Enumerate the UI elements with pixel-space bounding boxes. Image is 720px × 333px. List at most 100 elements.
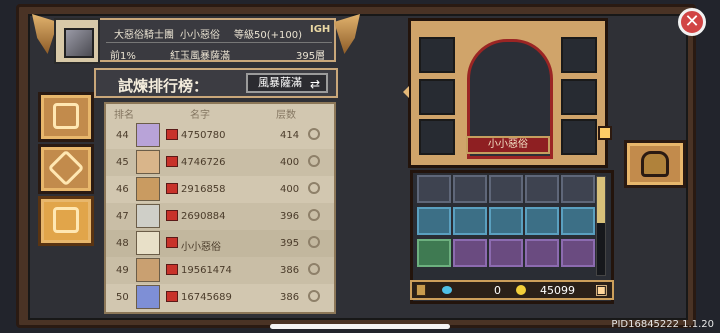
chest-icon [166,129,178,140]
faction-text: 紅玉風暴薩滿 [170,51,230,62]
currency-bar: 0 45099 ▣ [410,280,614,300]
scrollbar-thumb[interactable] [597,177,605,223]
diamond-tab-button[interactable] [38,144,94,194]
search-icon[interactable] [308,155,320,167]
search-icon[interactable] [308,209,320,221]
row-rank: 50 [116,292,129,303]
guild-emblem-icon [54,18,100,64]
equip-slot[interactable] [419,37,455,73]
equip-slot[interactable] [561,37,597,73]
inventory-slot[interactable] [417,175,451,203]
leaderboard-row-self: 48 小小惡俗 395 [106,230,334,257]
inventory-scrollbar[interactable] [596,176,606,276]
avatar [136,204,160,228]
leaderboard-row: 45 4746726 400 [106,149,334,176]
helmet-tab-button[interactable] [624,140,686,188]
leaderboard-row: 44 4750780 414 [106,122,334,149]
podium-tab-button[interactable] [38,196,94,246]
chest-icon [166,210,178,221]
avatar [136,150,160,174]
inventory-slot[interactable] [489,175,523,203]
trial-title: 試煉排行榜： [118,77,209,95]
leaderboard-row: 47 2690884 396 [106,203,334,230]
search-icon[interactable] [308,263,320,275]
pid-version: PID16845222 1.1.20 [611,319,714,330]
close-icon: ✕ [684,11,700,32]
previous-hero-arrow-icon[interactable] [403,86,409,98]
inventory-slot[interactable] [525,175,559,203]
chest-icon [166,264,178,275]
leaderboard-row: 46 2916858 400 [106,176,334,203]
inventory-slot[interactable] [489,207,523,235]
equip-slot[interactable] [561,119,597,155]
row-rank: 47 [116,211,129,222]
row-rank: 49 [116,265,129,276]
inventory-slot[interactable] [561,207,595,235]
search-icon[interactable] [308,128,320,140]
mode-selector[interactable]: 風暴薩滿 ⇄ [246,73,328,93]
row-name: 16745689 [181,292,232,303]
inventory-slot[interactable] [525,207,559,235]
row-floor: 396 [280,211,300,222]
row-rank: 45 [116,157,129,168]
gold-count: 45099 [540,284,575,297]
podium-icon [53,207,79,233]
floor-text: 395層 [296,51,326,62]
guild-title: 大惡俗騎士團 [114,30,174,41]
equip-slot[interactable] [561,79,597,115]
row-floor: 414 [280,130,300,141]
row-floor: 400 [280,157,300,168]
inventory-slot[interactable] [453,239,487,267]
row-name: 2916858 [181,184,226,195]
chest-icon [166,183,178,194]
avatar [136,123,160,147]
equip-slot[interactable] [419,79,455,115]
equip-slot[interactable] [419,119,455,155]
home-indicator[interactable] [270,324,450,329]
leaderboard-header: 排名 名字 层数 [106,106,334,122]
inventory-slot[interactable] [561,239,595,267]
level-badge: IGH [310,24,331,35]
next-hero-arrow-icon[interactable] [598,126,612,140]
game-screen: { "top_panel": { "guild_title": "大惡俗騎士團"… [0,0,720,333]
row-rank: 46 [116,184,129,195]
leaderboard-table: 排名 名字 层数 44 4750780 414 45 4746726 400 4… [104,102,336,314]
inventory-slot[interactable] [489,239,523,267]
search-icon[interactable] [308,236,320,248]
row-name: 4746726 [181,157,226,168]
rank-header: 排名 [114,110,134,121]
chest-icon [166,237,178,248]
row-name: 19561474 [181,265,232,276]
player-name: 小小惡俗 [180,30,220,41]
lock-icon[interactable] [416,284,426,296]
row-floor: 400 [280,184,300,195]
row-rank: 44 [116,130,129,141]
percentile-text: 前1% [110,51,136,62]
search-icon[interactable] [308,290,320,302]
inventory-slot[interactable] [525,239,559,267]
leaf-icon [53,103,79,129]
plus-icon[interactable]: ▣ [595,282,608,298]
hero-name-label: 小小惡俗 [466,136,550,154]
level-text: 等級50(+100) [234,30,302,41]
chest-icon [166,156,178,167]
search-icon[interactable] [308,182,320,194]
leaf-tab-button[interactable] [38,92,94,142]
row-name: 小小惡俗 [181,242,221,253]
row-floor: 386 [280,292,300,303]
avatar [136,285,160,309]
gem-icon [442,286,452,294]
name-header: 名字 [190,110,210,121]
close-button[interactable]: ✕ [678,8,706,36]
avatar [136,177,160,201]
inventory-slot[interactable] [417,239,451,267]
leaderboard-row: 50 16745689 386 [106,284,334,311]
inventory-slot[interactable] [417,207,451,235]
inventory-slot[interactable] [561,175,595,203]
inventory-slot[interactable] [453,207,487,235]
row-floor: 386 [280,265,300,276]
floor-header: 层数 [276,110,296,121]
diamond-icon [47,149,85,187]
inventory-slot[interactable] [453,175,487,203]
gem-count: 0 [494,284,501,297]
